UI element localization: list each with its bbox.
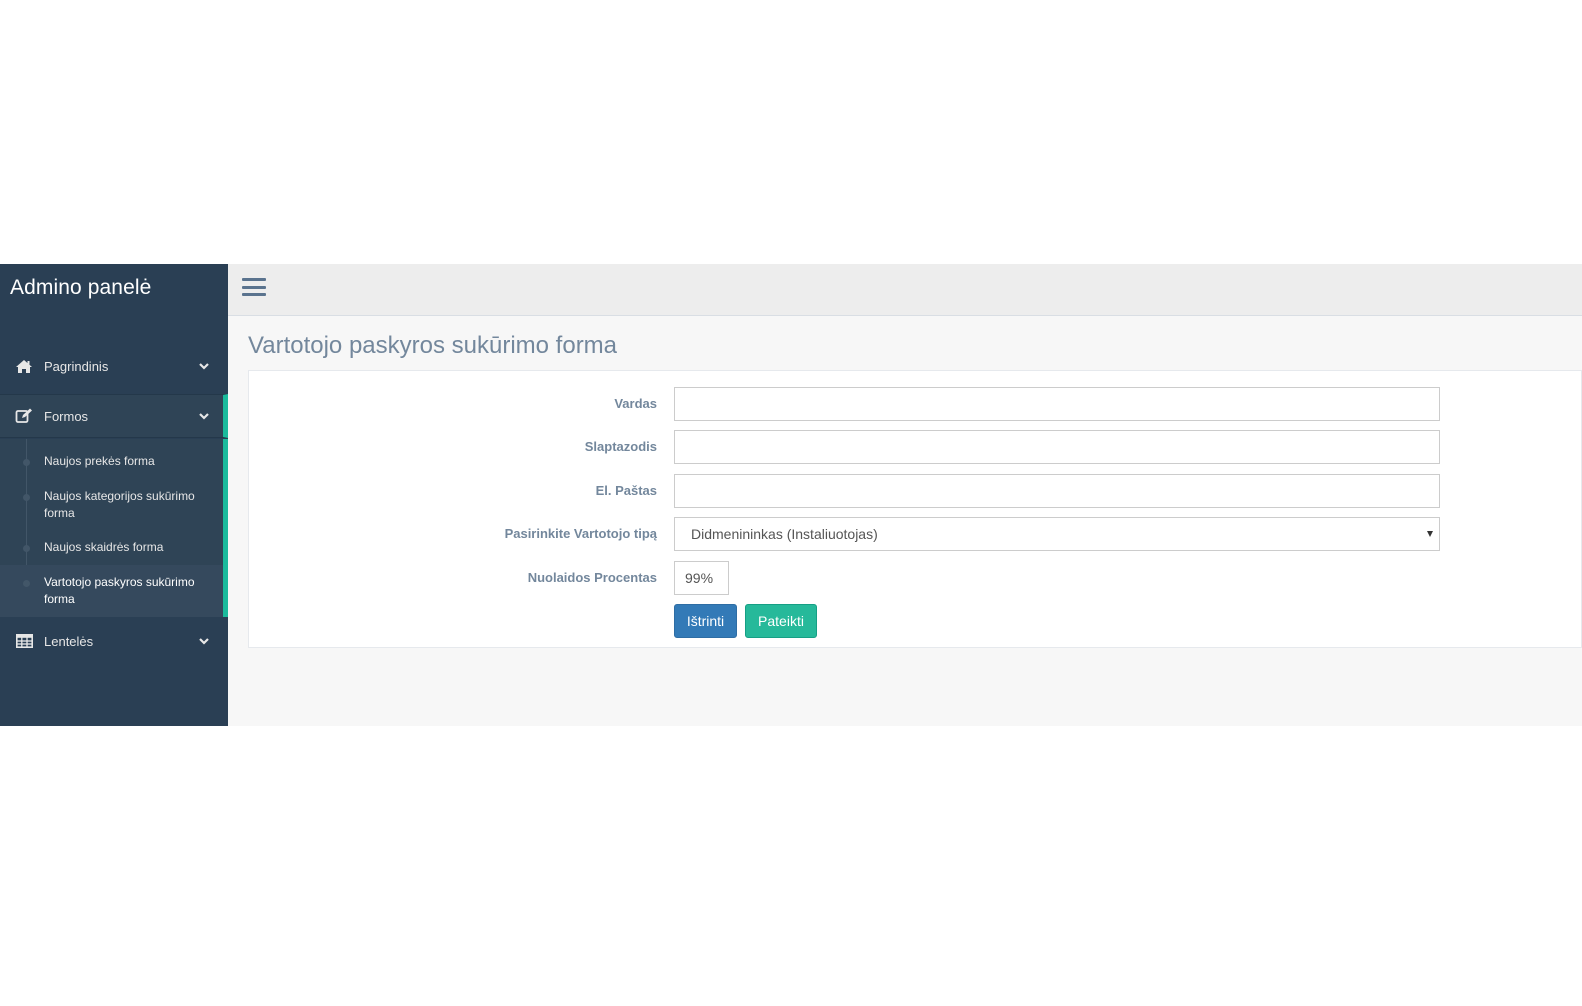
forms-submenu: Naujos prekės forma Naujos kategorijos s… [0, 439, 228, 617]
submenu-item-label: Naujos skaidrės forma [44, 540, 164, 554]
brand-title[interactable]: Admino panelė [10, 276, 151, 300]
form-row-email: El. Paštas [249, 474, 1582, 508]
submenu-item-product-form[interactable]: Naujos prekės forma [0, 453, 223, 470]
bullet-dot [23, 580, 30, 587]
form-panel: Vardas Slaptazodis El. Paštas Pasirinkit… [248, 370, 1582, 648]
sidebar-item-label: Pagrindinis [44, 358, 109, 374]
submenu-item-user-account-form[interactable]: Vartotojo paskyros sukūrimo forma [0, 565, 223, 617]
discount-input[interactable]: 99% [674, 561, 729, 595]
sidebar-item-tables[interactable]: Lentelės [0, 617, 228, 665]
email-label: El. Paštas [595, 483, 657, 498]
form-row-discount: Nuolaidos Procentas 99% [249, 561, 1582, 595]
top-nav [228, 264, 1582, 316]
chevron-down-icon [199, 638, 209, 645]
page-title: Vartotojo paskyros sukūrimo forma [248, 332, 618, 359]
caret-down-icon [1427, 531, 1433, 537]
user-type-label: Pasirinkite Vartotojo tipą [504, 526, 657, 541]
sidebar-item-home[interactable]: Pagrindinis [0, 342, 228, 390]
submenu-item-category-form[interactable]: Naujos kategorijos sukūrimo forma [0, 488, 223, 522]
discount-label: Nuolaidos Procentas [527, 570, 657, 585]
password-input[interactable] [674, 430, 1440, 464]
submenu-item-label: Naujos kategorijos sukūrimo forma [44, 489, 195, 520]
home-icon [14, 358, 34, 374]
admin-app: Admino panelė Pagrindinis Formos Naujos … [0, 264, 1582, 726]
main-content: Vartotojo paskyros sukūrimo forma Vardas… [228, 316, 1582, 726]
user-type-select[interactable]: Didmenininkas (Instaliuotojas) [674, 517, 1440, 551]
delete-button[interactable]: Ištrinti [674, 604, 737, 638]
email-input[interactable] [674, 474, 1440, 508]
name-label: Vardas [614, 396, 657, 411]
submenu-item-label: Vartotojo paskyros sukūrimo forma [44, 575, 195, 606]
sidebar-item-label: Formos [44, 408, 89, 424]
sidebar-item-forms[interactable]: Formos [0, 394, 228, 438]
submit-button[interactable]: Pateikti [745, 604, 817, 638]
password-label: Slaptazodis [584, 439, 657, 454]
form-row-password: Slaptazodis [249, 430, 1582, 464]
table-icon [14, 633, 34, 649]
bullet-dot [23, 459, 30, 466]
user-type-selected-value: Didmenininkas (Instaliuotojas) [691, 526, 878, 542]
submenu-item-label: Naujos prekės forma [44, 454, 155, 468]
chevron-down-icon [199, 363, 209, 370]
chevron-down-icon [199, 413, 209, 420]
form-row-user-type: Pasirinkite Vartotojo tipą Didmenininkas… [249, 517, 1582, 551]
hamburger-icon[interactable] [242, 278, 266, 298]
bullet-dot [23, 494, 30, 501]
submenu-item-slide-form[interactable]: Naujos skaidrės forma [0, 539, 223, 556]
form-row-name: Vardas [249, 387, 1582, 421]
sidebar-item-label: Lentelės [44, 633, 94, 649]
bullet-dot [23, 545, 30, 552]
sidebar: Admino panelė Pagrindinis Formos Naujos … [0, 264, 228, 726]
edit-icon [14, 408, 34, 424]
name-input[interactable] [674, 387, 1440, 421]
